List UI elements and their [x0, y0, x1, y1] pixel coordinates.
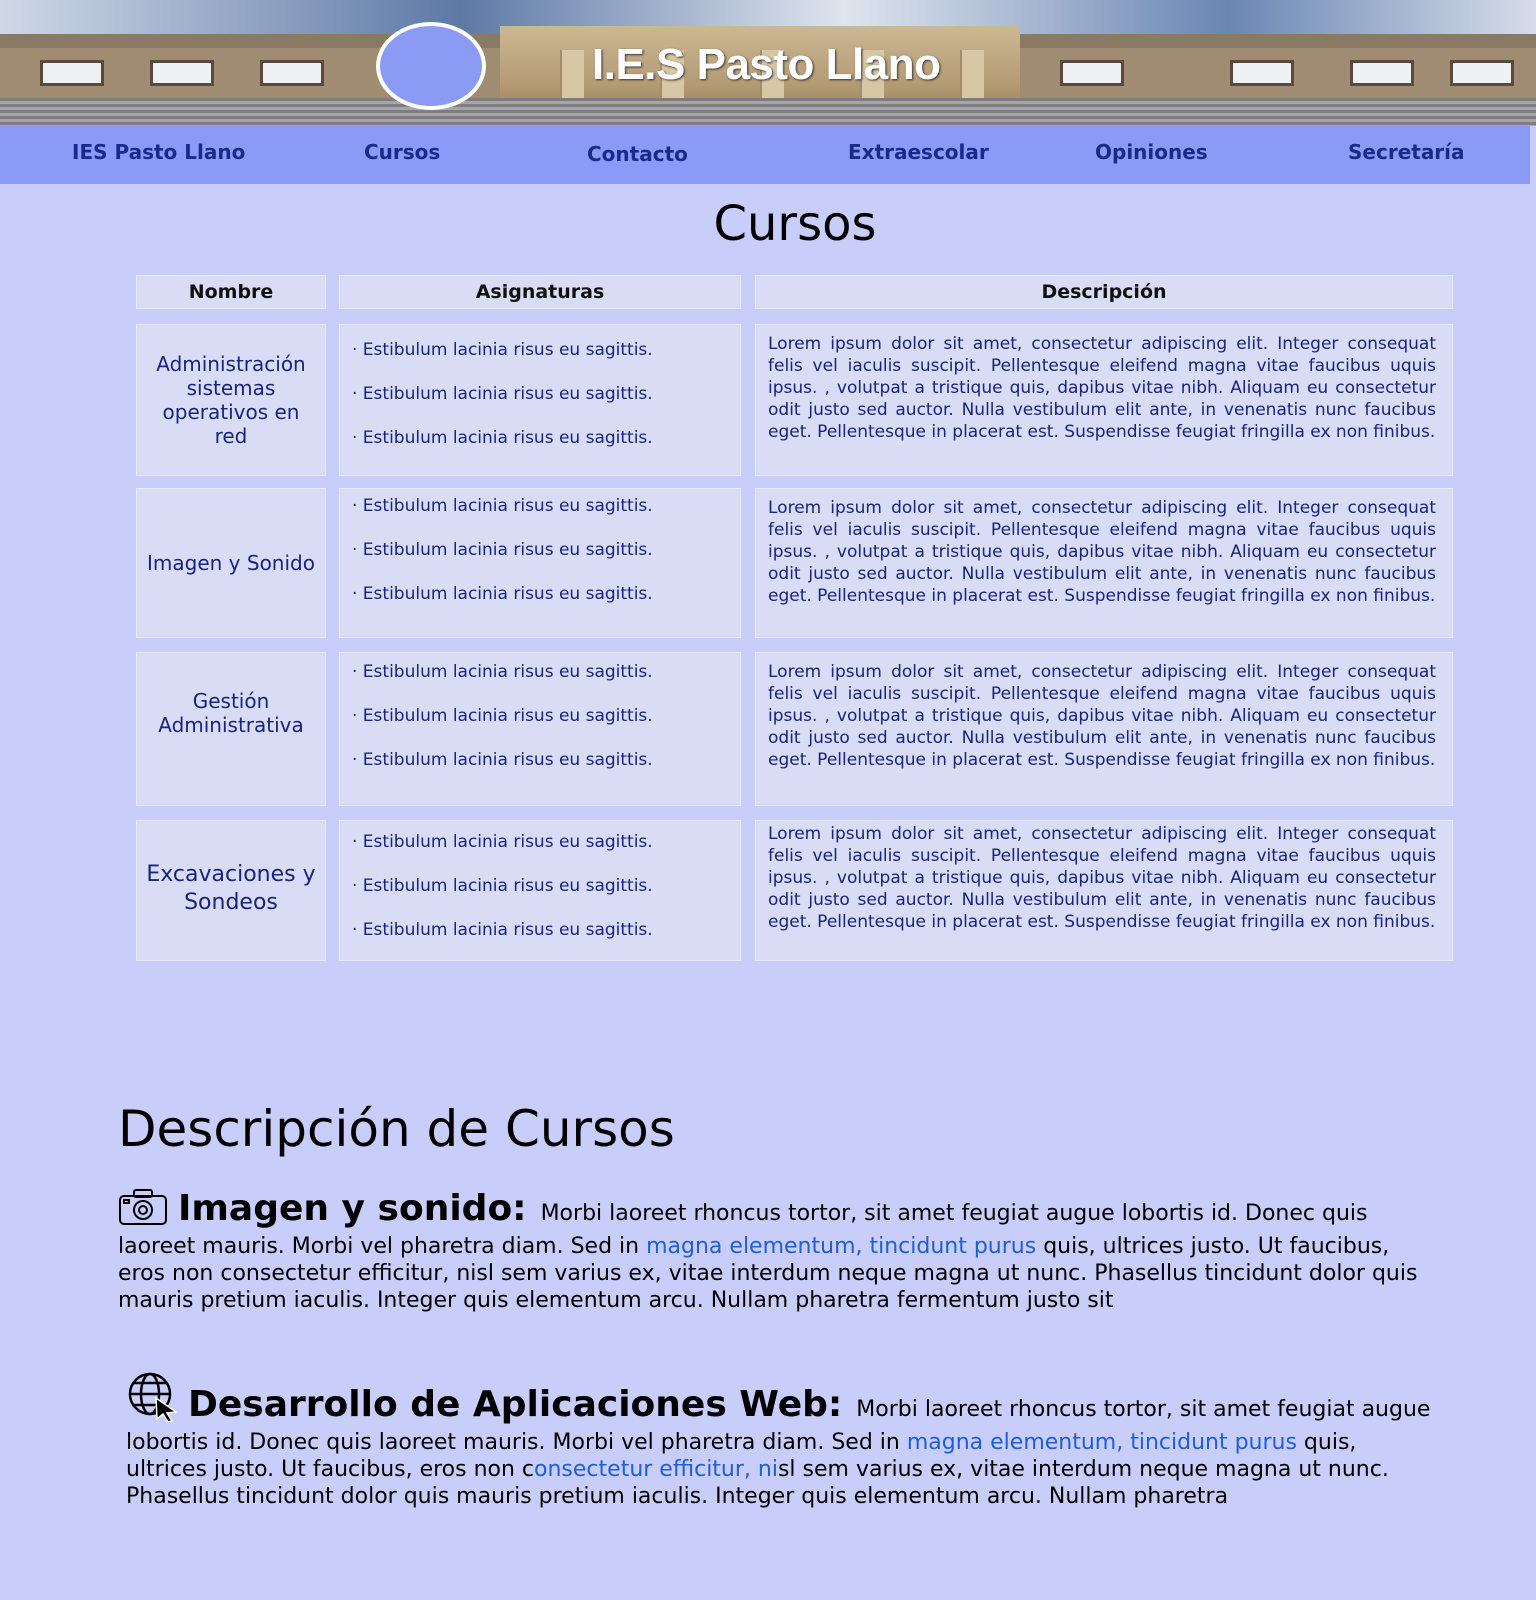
- nav-link-ies-pasto-llano[interactable]: IES Pasto Llano: [72, 140, 245, 164]
- section-title: Descripción de Cursos: [118, 1100, 675, 1158]
- subject-item: · Estibulum lacinia risus eu sagittis.: [352, 750, 653, 770]
- course-subjects: · Estibulum lacinia risus eu sagittis. ·…: [339, 820, 741, 961]
- course-subjects: · Estibulum lacinia risus eu sagittis. ·…: [339, 652, 741, 806]
- table-header-asignaturas: Asignaturas: [339, 275, 741, 309]
- subject-item: · Estibulum lacinia risus eu sagittis.: [352, 496, 653, 516]
- course-name: Excavaciones y Sondeos: [136, 820, 326, 961]
- subject-item: · Estibulum lacinia risus eu sagittis.: [352, 832, 653, 852]
- building-window: [1060, 60, 1124, 86]
- globe-cursor-icon: [126, 1370, 179, 1429]
- nav-link-contacto[interactable]: Contacto: [587, 142, 688, 166]
- subject-item: · Estibulum lacinia risus eu sagittis.: [352, 384, 653, 404]
- course-description: Lorem ipsum dolor sit amet, consectetur …: [755, 488, 1453, 638]
- course-heading: Desarrollo de Aplicaciones Web:: [188, 1384, 843, 1425]
- banner-steps: [0, 98, 1536, 126]
- camera-icon: [118, 1188, 168, 1233]
- inline-link[interactable]: onsectetur efficitur, ni: [534, 1457, 778, 1482]
- course-description-web: Desarrollo de Aplicaciones Web: Morbi la…: [126, 1370, 1444, 1510]
- subject-item: · Estibulum lacinia risus eu sagittis.: [352, 662, 653, 682]
- course-description: Lorem ipsum dolor sit amet, consectetur …: [755, 324, 1453, 476]
- nav-link-opiniones[interactable]: Opiniones: [1095, 140, 1208, 164]
- course-subjects: · Estibulum lacinia risus eu sagittis. ·…: [339, 324, 741, 476]
- course-name: Administración sistemas operativos en re…: [136, 324, 326, 476]
- subject-item: · Estibulum lacinia risus eu sagittis.: [352, 540, 653, 560]
- subject-item: · Estibulum lacinia risus eu sagittis.: [352, 920, 653, 940]
- subject-item: · Estibulum lacinia risus eu sagittis.: [352, 876, 653, 896]
- subject-item: · Estibulum lacinia risus eu sagittis.: [352, 584, 653, 604]
- school-logo[interactable]: [376, 22, 486, 110]
- course-name: Imagen y Sonido: [136, 488, 326, 638]
- nav-link-cursos[interactable]: Cursos: [364, 140, 440, 164]
- main-nav: IES Pasto Llano Cursos Contacto Extraesc…: [0, 126, 1530, 184]
- nav-link-secretaria[interactable]: Secretaría: [1348, 140, 1465, 164]
- building-window: [260, 60, 324, 86]
- inline-link[interactable]: magna elementum, tincidunt purus: [907, 1430, 1297, 1455]
- building-window: [1450, 60, 1514, 86]
- table-header-nombre: Nombre: [136, 275, 326, 309]
- nav-link-extraescolar[interactable]: Extraescolar: [848, 140, 989, 164]
- page-title: Cursos: [713, 196, 877, 252]
- subject-item: · Estibulum lacinia risus eu sagittis.: [352, 706, 653, 726]
- course-description-imagen-sonido: Imagen y sonido: Morbi laoreet rhoncus t…: [118, 1188, 1438, 1314]
- course-name: Gestión Administrativa: [136, 652, 326, 806]
- course-description: Lorem ipsum dolor sit amet, consectetur …: [755, 652, 1453, 806]
- course-heading: Imagen y sonido:: [178, 1188, 527, 1229]
- building-window: [150, 60, 214, 86]
- building-window: [1230, 60, 1294, 86]
- building-window: [40, 60, 104, 86]
- banner-title: I.E.S Pasto Llano: [592, 40, 941, 89]
- subject-item: · Estibulum lacinia risus eu sagittis.: [352, 340, 653, 360]
- building-window: [1350, 60, 1414, 86]
- header-banner: I.E.S Pasto Llano: [0, 0, 1536, 126]
- subject-item: · Estibulum lacinia risus eu sagittis.: [352, 428, 653, 448]
- table-header-descripcion: Descripción: [755, 275, 1453, 309]
- course-description: Lorem ipsum dolor sit amet, consectetur …: [755, 820, 1453, 961]
- inline-link[interactable]: magna elementum, tincidunt purus: [646, 1234, 1036, 1259]
- course-subjects: · Estibulum lacinia risus eu sagittis. ·…: [339, 488, 741, 638]
